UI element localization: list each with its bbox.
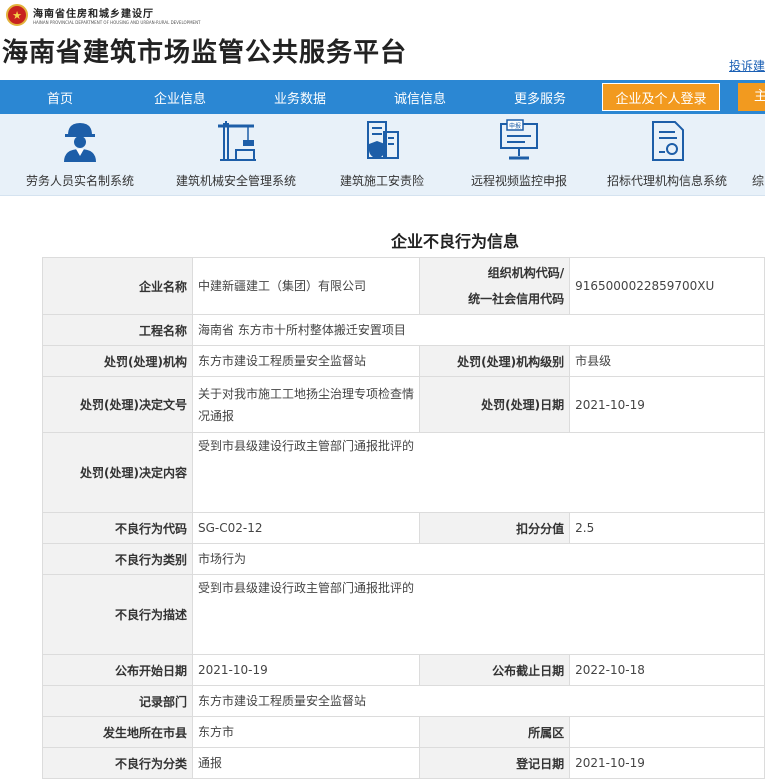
- field-label: 公布开始日期: [42, 654, 193, 686]
- field-label: 记录部门: [42, 685, 193, 717]
- table-row: 不良行为描述 受到市县级建设行政主管部门通报批评的: [42, 574, 765, 655]
- page-title: 企业不良行为信息: [390, 232, 519, 251]
- system-label: 建筑施工安责险: [339, 174, 424, 188]
- system-label: 综: [752, 174, 765, 188]
- org-code-label-line1: 组织机构代码/: [487, 266, 565, 280]
- worker-icon: [18, 118, 142, 162]
- nav-item-home[interactable]: 首页: [0, 88, 120, 107]
- system-more[interactable]: 综: [752, 118, 765, 194]
- org-code-label-line2: 统一社会信用代码: [468, 292, 565, 306]
- penalty-date: 2021-10-19: [569, 376, 765, 433]
- table-row: 不良行为分类 通报 登记日期 2021-10-19: [42, 747, 765, 779]
- decision-content: 受到市县级建设行政主管部门通报批评的: [192, 432, 765, 513]
- system-label: 远程视频监控申报: [470, 174, 567, 188]
- behavior-classification: 通报: [191, 747, 421, 779]
- nav-item-more[interactable]: 更多服务: [480, 88, 600, 107]
- table-row: 不良行为代码 SG-C02-12 扣分分值 2.5: [42, 512, 765, 544]
- system-labor-realname[interactable]: 劳务人员实名制系统: [18, 118, 142, 194]
- table-row: 发生地所在市县 东方市 所属区: [42, 716, 765, 748]
- field-label: 登记日期: [419, 747, 571, 779]
- system-label: 招标代理机构信息系统: [606, 174, 727, 188]
- table-row: 处罚(处理)决定文号 关于对我市施工工地扬尘治理专项检查情况通报 处罚(处理)日…: [42, 376, 765, 433]
- main-nav: 首页 企业信息 业务数据 诚信信息 更多服务 企业及个人登录 主: [0, 80, 765, 114]
- behavior-category: 市场行为: [192, 543, 765, 575]
- system-shortcuts: 劳务人员实名制系统 建筑机械安全管理系统 建筑施工安责险 申报 远程视频监控申报…: [0, 114, 765, 196]
- system-label: 建筑机械安全管理系统: [175, 174, 296, 188]
- publish-end-date: 2022-10-18: [569, 654, 765, 686]
- register-date: 2021-10-19: [569, 747, 765, 779]
- field-label: 不良行为代码: [42, 512, 193, 544]
- crane-icon: [167, 118, 305, 162]
- company-name: 中建新疆建工（集团）有限公司: [191, 257, 421, 315]
- department-name: 海南省住房和城乡建设厅: [33, 9, 154, 20]
- field-label: 发生地所在市县: [42, 716, 193, 748]
- table-row: 记录部门 东方市建设工程质量安全监督站: [42, 685, 765, 717]
- field-label: 企业名称: [42, 257, 193, 315]
- field-label: 处罚(处理)决定文号: [42, 376, 193, 433]
- deduction-score: 2.5: [569, 512, 765, 544]
- system-machinery-safety[interactable]: 建筑机械安全管理系统: [167, 118, 305, 194]
- complaint-link[interactable]: 投诉建: [729, 57, 765, 74]
- project-name: 海南省 东方市十所村整体搬迁安置项目: [192, 314, 765, 346]
- table-row: 公布开始日期 2021-10-19 公布截止日期 2022-10-18: [42, 654, 765, 686]
- system-construction-insurance[interactable]: 建筑施工安责险: [332, 118, 432, 194]
- site-title: 海南省建筑市场监管公共服务平台: [2, 38, 408, 68]
- field-label: 所属区: [419, 716, 571, 748]
- decision-doc-no: 关于对我市施工工地扬尘治理专项检查情况通报: [191, 376, 421, 433]
- table-row: 工程名称 海南省 东方市十所村整体搬迁安置项目: [42, 314, 765, 346]
- nav-item-business-data[interactable]: 业务数据: [240, 88, 360, 107]
- behavior-code: SG-C02-12: [191, 512, 421, 544]
- document-icon: [598, 118, 736, 162]
- org-code: 9165000022859700XU: [569, 257, 765, 315]
- system-label: 劳务人员实名制系统: [25, 174, 134, 188]
- agency-level: 市县级: [569, 345, 765, 377]
- table-row: 处罚(处理)机构 东方市建设工程质量安全监督站 处罚(处理)机构级别 市县级: [42, 345, 765, 377]
- nav-extra-button[interactable]: 主: [738, 83, 765, 111]
- system-bidding-agency[interactable]: 招标代理机构信息系统: [598, 118, 736, 194]
- department-logo[interactable]: ★ 海南省住房和城乡建设厅 HAINAN PROVINCIAL DEPARTME…: [6, 4, 201, 26]
- publish-start-date: 2021-10-19: [191, 654, 421, 686]
- incident-city: 东方市: [191, 716, 421, 748]
- site-header: ★ 海南省住房和城乡建设厅 HAINAN PROVINCIAL DEPARTME…: [0, 0, 765, 80]
- field-label: 不良行为描述: [42, 574, 193, 655]
- login-button[interactable]: 企业及个人登录: [602, 83, 720, 111]
- system-video-monitoring[interactable]: 申报 远程视频监控申报: [462, 118, 576, 194]
- record-department: 东方市建设工程质量安全监督站: [192, 685, 765, 717]
- table-row: 不良行为类别 市场行为: [42, 543, 765, 575]
- field-label: 处罚(处理)机构: [42, 345, 193, 377]
- field-label: 不良行为类别: [42, 543, 193, 575]
- nav-item-enterprise[interactable]: 企业信息: [120, 88, 240, 107]
- field-label: 不良行为分类: [42, 747, 193, 779]
- department-name-en: HAINAN PROVINCIAL DEPARTMENT OF HOUSING …: [33, 20, 201, 25]
- national-emblem-icon: ★: [6, 4, 28, 26]
- field-label: 工程名称: [42, 314, 193, 346]
- nav-item-credit[interactable]: 诚信信息: [360, 88, 480, 107]
- bad-behavior-table: 企业名称 中建新疆建工（集团）有限公司 组织机构代码/ 统一社会信用代码 916…: [42, 257, 765, 779]
- table-row: 企业名称 中建新疆建工（集团）有限公司 组织机构代码/ 统一社会信用代码 916…: [42, 257, 765, 315]
- monitor-report-icon: 申报: [462, 118, 576, 162]
- field-label: 组织机构代码/ 统一社会信用代码: [419, 257, 571, 315]
- field-label: 公布截止日期: [419, 654, 571, 686]
- penalty-agency: 东方市建设工程质量安全监督站: [191, 345, 421, 377]
- more-icon: [752, 118, 765, 162]
- field-label: 处罚(处理)机构级别: [419, 345, 571, 377]
- behavior-description: 受到市县级建设行政主管部门通报批评的: [192, 574, 765, 655]
- shield-building-icon: [332, 118, 432, 162]
- district: [569, 716, 765, 748]
- field-label: 处罚(处理)日期: [419, 376, 571, 433]
- svg-text:申报: 申报: [509, 122, 521, 130]
- field-label: 处罚(处理)决定内容: [42, 432, 193, 513]
- field-label: 扣分分值: [419, 512, 571, 544]
- table-row: 处罚(处理)决定内容 受到市县级建设行政主管部门通报批评的: [42, 432, 765, 513]
